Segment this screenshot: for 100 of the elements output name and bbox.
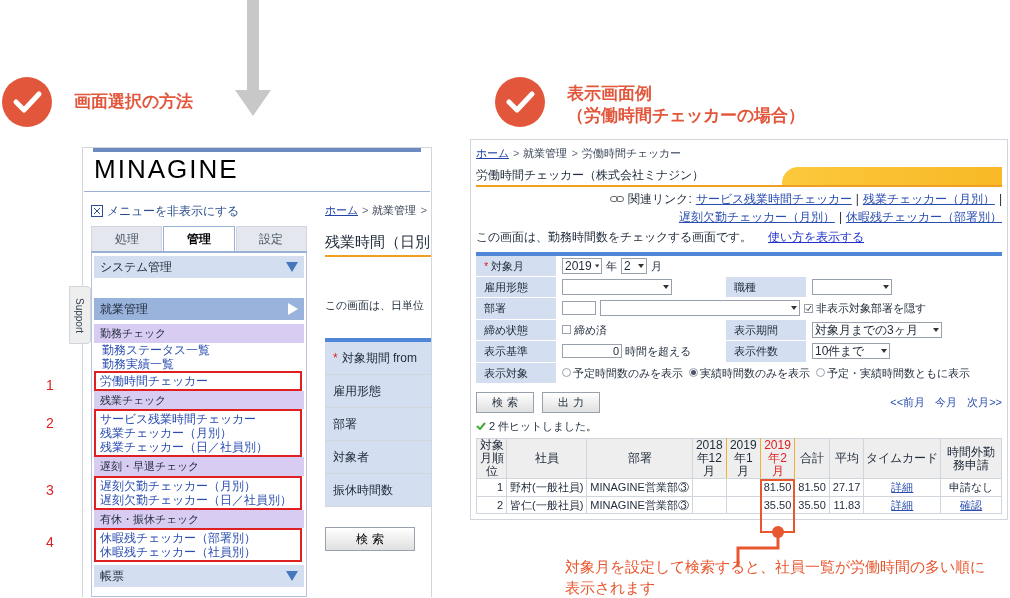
field-label: 表示基準 [484, 345, 528, 357]
menu-tab[interactable]: 管理 [163, 226, 235, 251]
table-link[interactable]: 詳細 [891, 481, 914, 493]
radio-button[interactable] [562, 368, 571, 378]
unit-label: 時間を超える [625, 344, 691, 359]
menu-link[interactable]: 残業チェッカー（日／社員別） [96, 440, 272, 454]
menu-link[interactable]: 遅刻欠勤チェッカー（日／社員別） [96, 492, 296, 507]
table-cell: 申請なし [949, 481, 994, 493]
checkbox[interactable] [804, 303, 813, 313]
menu-link[interactable]: 休暇残チェッカー（部署別） [96, 531, 260, 545]
field-label: * 対象期間 from [325, 341, 431, 375]
field-label: 表示期間 [734, 323, 778, 336]
link-icon [610, 195, 625, 202]
link-separator: | [855, 190, 859, 208]
step-number: 3 [46, 480, 54, 500]
column-header: 2019年1月 [729, 438, 757, 478]
down-triangle-icon [286, 571, 298, 581]
breadcrumb-separator: > [513, 146, 520, 161]
month-link[interactable]: 次月>> [967, 394, 1002, 411]
menu-link[interactable]: 労働時間チェッカー [96, 373, 212, 388]
table-cell: 野村(一般社員) [510, 481, 584, 493]
field-label: 職種 [734, 280, 756, 293]
breadcrumb-link[interactable]: ホーム [325, 202, 358, 219]
collapse-icon[interactable] [91, 205, 103, 217]
menu-tab[interactable]: 設定 [235, 226, 307, 251]
input-field[interactable] [562, 301, 596, 316]
table-cell: 1 [496, 481, 503, 493]
breadcrumb-separator: > [420, 203, 427, 218]
column-header: 対象月順位 [479, 438, 504, 478]
month-link[interactable]: <<前月 [890, 394, 926, 411]
link-separator: | [998, 190, 1002, 208]
action-button[interactable]: 検 索 [476, 392, 534, 413]
step-number: 2 [46, 414, 54, 433]
link-separator: | [838, 208, 842, 226]
breadcrumb-link[interactable]: ホーム [476, 145, 509, 162]
checkbox-label: 締め済 [574, 322, 607, 338]
menu-link[interactable]: 勤務実績一覧 [94, 356, 304, 371]
page-title: 労働時間チェッカー（株式会社ミナジン） [476, 166, 704, 184]
column-header: 時間外勤務申請 [947, 444, 996, 472]
select-field[interactable] [812, 279, 892, 295]
caret-icon [881, 349, 887, 354]
related-label: 関連リンク: [628, 190, 692, 208]
section-heading: 画面選択の方法 [74, 91, 193, 114]
table-cell: 皆仁(一般社員) [510, 498, 584, 511]
breadcrumb-item: 就業管理 [523, 146, 568, 161]
menu-link[interactable]: 休暇残チェッカー（社員別） [96, 545, 260, 559]
caret-icon [791, 306, 797, 311]
table-cell: 81.50 [763, 481, 792, 493]
radio-button[interactable] [816, 368, 825, 378]
field-label: 表示件数 [734, 345, 778, 357]
breadcrumb-item: 労働時間チェッカー [581, 146, 681, 161]
support-tab[interactable]: Support [69, 286, 91, 344]
down-triangle-icon [286, 262, 298, 272]
help-link[interactable]: 使い方を表示する [768, 227, 864, 246]
caret-icon [883, 285, 889, 289]
input-field[interactable]: 0 [562, 344, 622, 359]
menu-link[interactable]: サービス残業時間チェッカー [96, 412, 260, 426]
menu-header[interactable]: 就業管理 [94, 298, 304, 320]
field-label: 締め状態 [484, 323, 528, 336]
table-cell: 2 [496, 498, 503, 511]
radio-label: 実績時間数のみを表示 [700, 365, 810, 381]
menu-link[interactable]: 勤務ステータス一覧 [94, 342, 304, 357]
select-field[interactable]: 10件まで [812, 343, 890, 360]
radio-button[interactable] [689, 368, 698, 378]
table-cell: MINAGINE営業部③ [590, 498, 689, 511]
breadcrumb-item: 就業管理 [372, 203, 417, 218]
menu-tab[interactable]: 処理 [91, 226, 163, 251]
column-header: 平均 [834, 451, 859, 465]
select-field[interactable] [600, 300, 800, 317]
field-label: 部署 [325, 407, 431, 441]
month-link[interactable]: 今月 [935, 394, 958, 411]
related-link[interactable]: 休暇残チェッカー（部署別） [846, 207, 1002, 226]
unit-label: 年 [606, 258, 617, 274]
column-header: 部署 [627, 451, 652, 465]
field-label: 振休時間数 [325, 473, 431, 507]
select-field[interactable] [562, 279, 672, 295]
related-link[interactable]: サービス残業時間チェッカー [695, 189, 852, 208]
select-field[interactable]: 2 [621, 257, 647, 274]
menu-link[interactable]: 遅刻欠勤チェッカー（月別） [96, 478, 260, 493]
menu-link[interactable]: 残業チェッカー（月別） [96, 426, 236, 440]
menu-header[interactable]: 帳票 [94, 565, 304, 587]
description: この画面は、日単位 [325, 298, 425, 313]
hide-menu-link[interactable]: メニューを非表示にする [107, 202, 239, 220]
related-link[interactable]: 遅刻欠勤チェッカー（月別） [678, 207, 835, 226]
checkbox[interactable] [562, 325, 571, 335]
search-button[interactable]: 検 索 [325, 526, 415, 551]
menu-header[interactable]: システム管理 [94, 256, 304, 278]
table-cell: 81.50 [798, 481, 826, 493]
related-link[interactable]: 残業チェッカー（月別） [862, 189, 995, 208]
check-icon [495, 77, 545, 127]
table-cell: MINAGINE営業部③ [590, 481, 689, 493]
select-field[interactable]: 2019 [562, 257, 602, 274]
unit-label: 月 [651, 258, 662, 274]
column-header: 合計 [800, 451, 825, 465]
select-field[interactable]: 対象月までの3ヶ月 [812, 321, 942, 338]
section-heading: 表示画面例 [567, 83, 653, 105]
result-message: 2 件ヒットしました。 [489, 418, 598, 434]
required-mark: * [333, 349, 338, 367]
action-button[interactable]: 出 力 [542, 392, 600, 413]
breadcrumb-separator: > [571, 146, 578, 161]
